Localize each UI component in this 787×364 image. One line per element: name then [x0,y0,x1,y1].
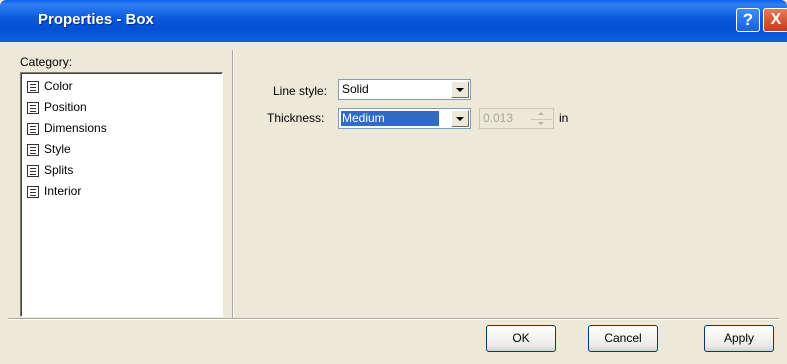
property-page-icon [27,122,39,135]
line-style-value: Solid [342,82,369,96]
category-item-label: Style [44,142,71,156]
footer-divider [8,318,779,320]
property-page-icon [27,164,39,177]
category-item-style[interactable]: Style [27,141,71,158]
property-page-icon [27,80,39,93]
line-style-select[interactable]: Solid [338,79,471,100]
title-bar[interactable]: Properties - Box ? X [0,0,787,42]
unit-label: in [559,111,569,125]
close-icon[interactable]: X [763,8,787,32]
thickness-select[interactable]: Medium [338,108,471,129]
cancel-button[interactable]: Cancel [588,325,658,352]
property-page-icon [27,101,39,114]
thickness-amount-stepper: 0.013 [479,108,554,129]
spin-up-icon [531,110,552,119]
properties-dialog: Properties - Box ? X Category: Color Pos… [0,0,787,364]
category-item-label: Interior [44,184,82,198]
apply-button[interactable]: Apply [704,325,774,352]
ok-button[interactable]: OK [486,325,556,352]
help-icon[interactable]: ? [736,8,760,32]
spin-down-icon [531,119,552,128]
line-style-label: Line style: [273,84,328,98]
property-page-icon [27,185,39,198]
category-item-interior[interactable]: Interior [27,183,81,200]
category-item-splits[interactable]: Splits [27,162,73,179]
category-item-label: Dimensions [44,121,107,135]
category-item-label: Color [44,79,73,93]
thickness-value: Medium [341,111,439,126]
category-item-label: Splits [44,163,74,177]
panel-divider [232,50,234,318]
window-title: Properties - Box [38,11,154,28]
category-list[interactable]: Color Position Dimensions Style Splits I… [20,72,223,317]
category-item-position[interactable]: Position [27,99,87,116]
thickness-label: Thickness: [267,111,325,125]
category-label: Category: [20,55,73,69]
chevron-down-icon[interactable] [451,110,469,127]
category-item-label: Position [44,100,87,114]
property-page-icon [27,143,39,156]
category-item-color[interactable]: Color [27,78,73,95]
thickness-amount-value: 0.013 [483,111,514,125]
category-item-dimensions[interactable]: Dimensions [27,120,107,137]
chevron-down-icon[interactable] [451,81,469,98]
